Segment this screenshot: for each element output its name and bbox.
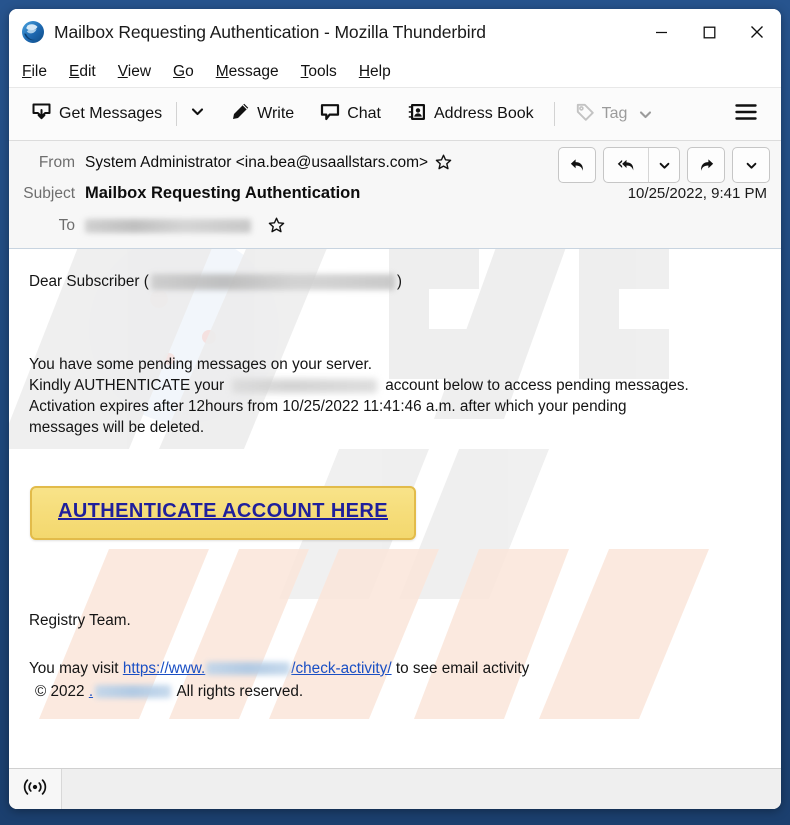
header-row-from: From System Administrator <ina.bea@usaal… — [9, 147, 781, 183]
write-button[interactable]: Write — [222, 96, 302, 133]
get-messages-dropdown-chevron-down-icon[interactable] — [183, 96, 212, 132]
reply-all-group — [603, 147, 680, 183]
authenticate-account-link-label[interactable]: AUTHENTICATE ACCOUNT HERE — [58, 500, 388, 522]
reply-all-arrow-icon — [617, 159, 633, 170]
menu-item-tools[interactable]: Tools — [301, 60, 347, 84]
menu-item-view[interactable]: View — [118, 60, 161, 84]
footer-link-redacted-domain — [206, 662, 291, 676]
footer-suffix: to see email activity — [395, 660, 530, 677]
from-address-text[interactable]: System Administrator <ina.bea@usaallstar… — [85, 154, 428, 172]
authenticate-account-button[interactable]: AUTHENTICATE ACCOUNT HERE — [30, 486, 416, 540]
body-line-2-part1: Kindly AUTHENTICATE your — [29, 377, 225, 394]
get-messages-button[interactable]: Get Messages — [23, 95, 170, 133]
footer-prefix: You may visit — [29, 660, 119, 677]
body-paragraph: You have some pending messages on your s… — [29, 354, 761, 438]
menu-item-message[interactable]: Message — [216, 60, 289, 84]
chat-button[interactable]: Chat — [312, 96, 389, 133]
tag-dropdown-chevron-down-icon[interactable] — [638, 107, 653, 122]
header-row-subject: Subject Mailbox Requesting Authenticatio… — [9, 180, 781, 207]
maximize-icon[interactable] — [685, 9, 733, 55]
greeting-line: Dear Subscriber () — [29, 271, 761, 292]
reply-all-button[interactable] — [604, 148, 648, 182]
window-title: Mailbox Requesting Authentication - Mozi… — [54, 21, 486, 42]
thunderbird-logo-icon — [21, 20, 45, 44]
download-mail-icon — [31, 101, 52, 127]
write-label: Write — [257, 105, 295, 122]
reply-arrow-icon — [570, 158, 583, 171]
app-menu-hamburger-menu-icon[interactable] — [727, 95, 765, 134]
reply-button[interactable] — [558, 147, 596, 183]
copyright-dot: . — [88, 683, 94, 700]
window-controls — [637, 9, 781, 55]
message-header: From System Administrator <ina.bea@usaal… — [9, 141, 781, 249]
toolbar-separator-1 — [176, 102, 178, 126]
to-address-redacted — [85, 218, 251, 233]
greeting-suffix: ) — [396, 273, 402, 290]
footer-block: You may visit https://www. /check-activit… — [29, 657, 761, 703]
to-value — [85, 217, 285, 234]
address-book-label: Address Book — [434, 105, 534, 122]
menu-bar: File Edit View Go Message Tools Help — [9, 56, 781, 88]
body-redacted-domain — [232, 378, 378, 393]
forward-arrow-icon — [700, 158, 713, 171]
footer-link-end[interactable]: /check-activity/ — [291, 660, 391, 677]
body-line-4: messages will be deleted. — [29, 419, 205, 436]
menu-item-go[interactable]: Go — [173, 60, 204, 84]
desktop-background: Mailbox Requesting Authentication - Mozi… — [0, 0, 790, 825]
from-value: System Administrator <ina.bea@usaallstar… — [85, 154, 452, 172]
from-star-outline-icon[interactable] — [435, 154, 452, 171]
get-messages-label: Get Messages — [59, 105, 163, 122]
menu-item-edit[interactable]: Edit — [69, 60, 106, 84]
copyright-redacted-domain — [95, 685, 172, 699]
to-label: To — [58, 216, 75, 234]
subject-value: Mailbox Requesting Authentication — [85, 184, 361, 202]
copyright-suffix: All rights reserved. — [176, 683, 304, 700]
footer-link-start[interactable]: https://www. — [123, 660, 205, 677]
message-actions — [558, 147, 770, 183]
from-label: From — [38, 153, 75, 171]
body-line-2: Kindly AUTHENTICATE your account below to… — [29, 375, 761, 396]
tag-icon — [575, 102, 595, 127]
forward-button[interactable] — [687, 147, 725, 183]
subject-label: Subject — [23, 184, 75, 202]
pencil-icon — [230, 102, 250, 127]
cta-container: AUTHENTICATE ACCOUNT HERE — [29, 486, 761, 540]
tag-button[interactable]: Tag — [567, 96, 662, 133]
main-toolbar: Get Messages Write Chat Address Book Tag — [9, 88, 781, 141]
footer-activity-line: You may visit https://www. /check-activit… — [29, 657, 761, 680]
connection-status-cell[interactable] — [9, 769, 62, 809]
email-content: Dear Subscriber () You have some pending… — [9, 271, 781, 703]
copyright-prefix: © 2022 — [35, 683, 85, 700]
menu-item-file[interactable]: File — [22, 60, 57, 84]
more-actions-button[interactable] — [732, 147, 770, 183]
close-icon[interactable] — [733, 9, 781, 55]
greeting-prefix: Dear Subscriber ( — [29, 273, 149, 290]
thunderbird-window: Mailbox Requesting Authentication - Mozi… — [9, 9, 781, 809]
speech-bubble-icon — [320, 102, 340, 127]
address-book-icon — [407, 102, 427, 127]
tag-label: Tag — [601, 105, 628, 122]
more-chevron-down-icon — [746, 162, 756, 169]
message-body: Dear Subscriber () You have some pending… — [9, 249, 781, 768]
menu-item-help[interactable]: Help — [359, 60, 401, 84]
body-line-1: You have some pending messages on your s… — [29, 356, 372, 373]
minimize-icon[interactable] — [637, 9, 685, 55]
toolbar-separator-2 — [553, 102, 555, 126]
reply-all-dropdown-chevron-down-icon[interactable] — [648, 148, 679, 182]
title-bar: Mailbox Requesting Authentication - Mozi… — [9, 9, 781, 56]
to-star-outline-icon[interactable] — [268, 217, 285, 234]
body-line-2-part2: account below to access pending messages… — [385, 377, 689, 394]
chat-label: Chat — [347, 105, 381, 122]
address-book-button[interactable]: Address Book — [399, 96, 542, 133]
body-line-3: Activation expires after 12hours from 10… — [29, 398, 627, 415]
footer-copyright-line: © 2022 . All rights reserved. — [29, 680, 761, 703]
message-date: 10/25/2022, 9:41 PM — [627, 185, 767, 202]
status-bar — [9, 768, 781, 809]
broadcast-signal-icon — [23, 778, 47, 801]
signature-line: Registry Team. — [29, 612, 131, 629]
header-row-to: To — [9, 212, 781, 239]
greeting-redacted-email — [150, 273, 395, 290]
